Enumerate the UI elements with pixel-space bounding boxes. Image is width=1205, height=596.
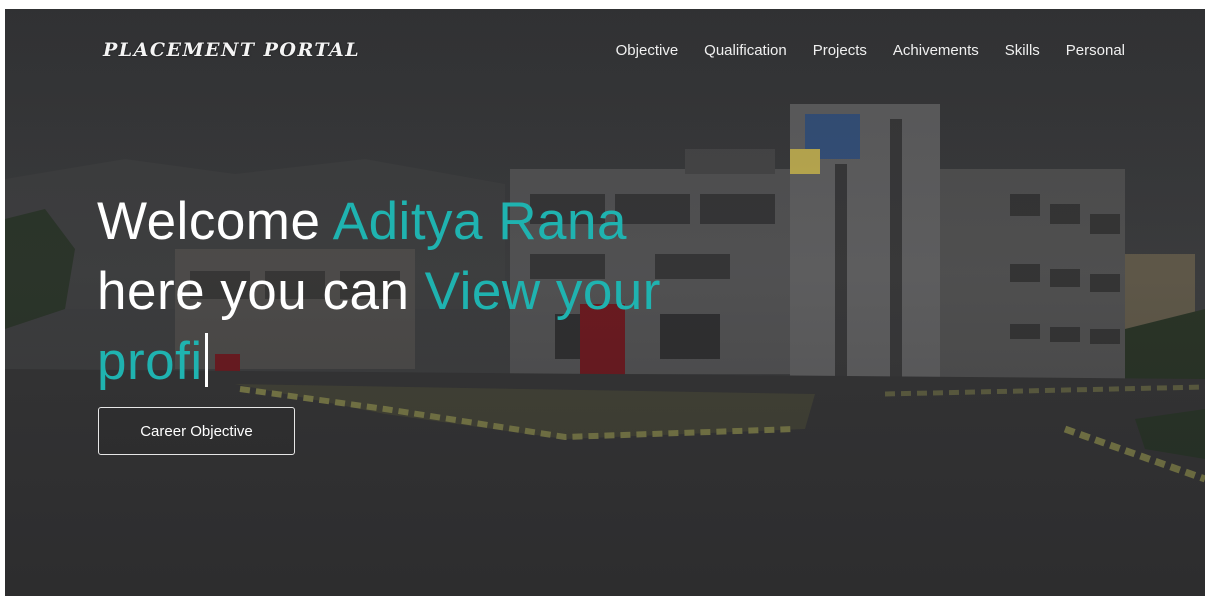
nav-item-achievements[interactable]: Achivements xyxy=(893,42,979,59)
nav-item-objective[interactable]: Objective xyxy=(616,42,679,59)
headline-view-your: View your xyxy=(424,262,661,321)
career-objective-button[interactable]: Career Objective xyxy=(98,407,295,455)
headline-line2: here you can xyxy=(97,262,425,321)
hero-section: PLACEMENT PORTAL Objective Qualification… xyxy=(5,9,1205,596)
brand-logo[interactable]: PLACEMENT PORTAL xyxy=(103,39,360,61)
hero-headline: Welcome Aditya Rana here you can View yo… xyxy=(97,187,737,397)
nav-item-qualification[interactable]: Qualification xyxy=(704,42,787,59)
main-nav: Objective Qualification Projects Achivem… xyxy=(616,42,1125,59)
headline-welcome: Welcome xyxy=(97,192,333,251)
headline-user-name: Aditya Rana xyxy=(332,192,627,251)
headline-typed-text: profi xyxy=(97,332,203,391)
nav-item-skills[interactable]: Skills xyxy=(1005,42,1040,59)
typing-caret xyxy=(204,333,208,387)
nav-item-personal[interactable]: Personal xyxy=(1066,42,1125,59)
nav-item-projects[interactable]: Projects xyxy=(813,42,867,59)
